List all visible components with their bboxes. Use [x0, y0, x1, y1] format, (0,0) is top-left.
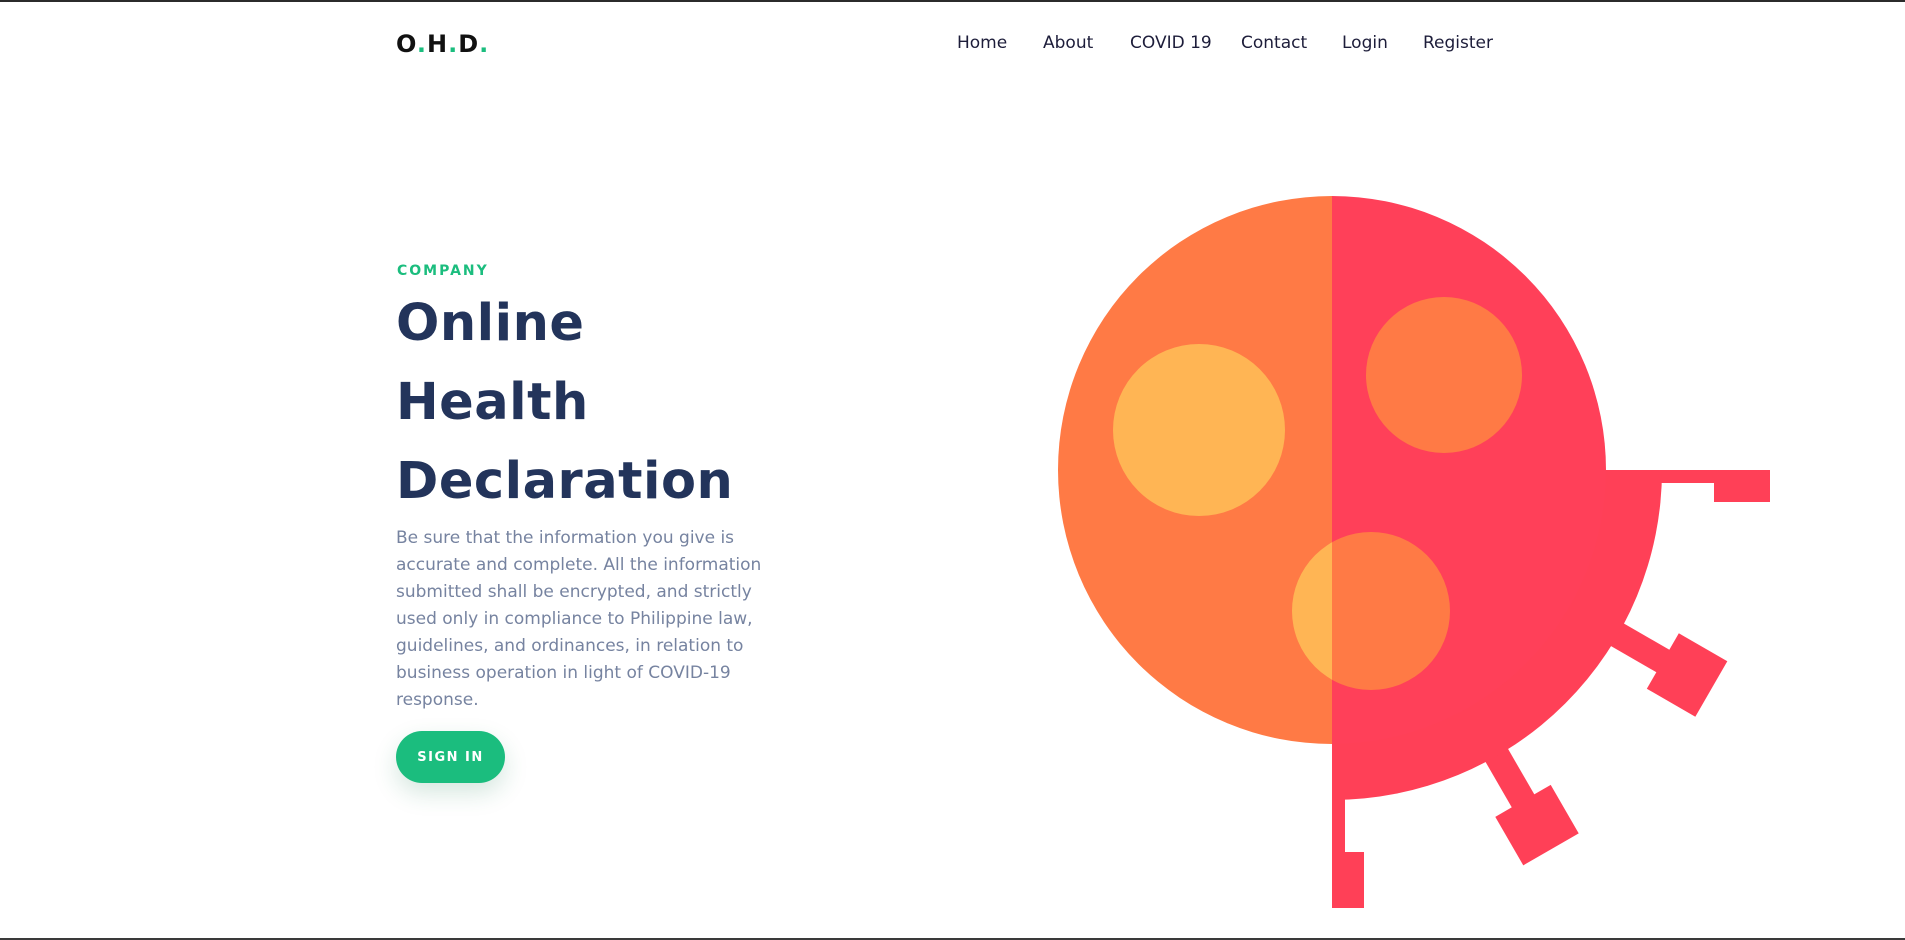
hero-title-line: Online	[396, 294, 585, 353]
hero-title-line: Declaration	[396, 452, 734, 511]
virus-spot	[1113, 344, 1285, 516]
nav-link-register[interactable]: Register	[1423, 30, 1493, 56]
hero-title: Online Health Declaration	[396, 284, 816, 521]
virus-spot	[1366, 297, 1522, 453]
sign-in-button[interactable]: SIGN IN	[396, 731, 505, 783]
hero-eyebrow: COMPANY	[397, 263, 489, 279]
nav-link-covid-19[interactable]: COVID 19	[1130, 30, 1212, 56]
nav-link-contact[interactable]: Contact	[1241, 30, 1307, 56]
nav-link-home[interactable]: Home	[957, 30, 1007, 56]
nav-link-about[interactable]: About	[1043, 30, 1093, 56]
main-nav: Home About COVID 19 Contact Login Regist…	[0, 30, 1905, 58]
virus-icon	[1058, 196, 1770, 908]
nav-link-login[interactable]: Login	[1342, 30, 1388, 56]
hero-description: Be sure that the information you give is…	[396, 528, 762, 710]
hero-title-line: Health	[396, 373, 589, 432]
